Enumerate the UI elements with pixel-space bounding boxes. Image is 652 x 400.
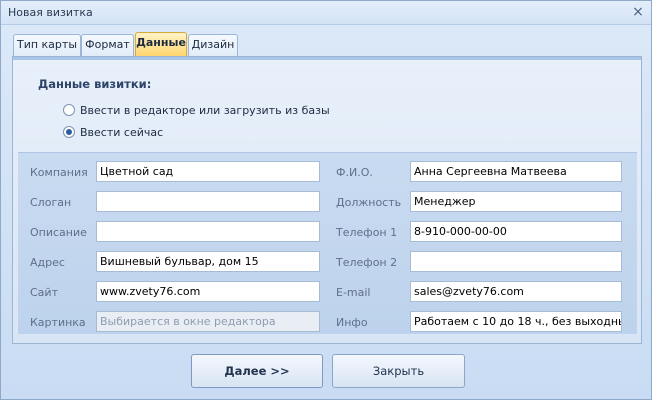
section-title: Данные визитки: <box>38 77 152 91</box>
tab-design[interactable]: Дизайн <box>188 34 238 56</box>
slogan-label: Слоган <box>30 196 72 209</box>
address-input[interactable]: Вишневый бульвар, дом 15 <box>96 251 320 272</box>
fullname-label: Ф.И.О. <box>336 166 373 179</box>
company-label: Компания <box>30 166 88 179</box>
fullname-input[interactable]: Анна Сергеевна Матвеева <box>410 161 622 182</box>
info-input[interactable]: Работаем с 10 до 18 ч., без выходных <box>410 311 622 332</box>
radio-now-label[interactable]: Ввести сейчас <box>80 126 163 139</box>
position-input[interactable]: Менеджер <box>410 191 622 212</box>
tab-card-type[interactable]: Тип карты <box>13 34 81 56</box>
tab-format[interactable]: Формат <box>81 34 134 56</box>
phone1-input[interactable]: 8-910-000-00-00 <box>410 221 622 242</box>
email-input[interactable]: sales@zvety76.com <box>410 281 622 302</box>
radio-checked-icon[interactable] <box>63 126 75 138</box>
email-label: E-mail <box>336 286 371 299</box>
radio-unchecked-icon[interactable] <box>63 104 75 116</box>
phone1-label: Телефон 1 <box>336 226 398 239</box>
address-label: Адрес <box>30 256 65 269</box>
phone2-label: Телефон 2 <box>336 256 398 269</box>
slogan-input[interactable] <box>96 191 320 212</box>
radio-editor-option[interactable]: Ввести в редакторе или загрузить из базы <box>63 102 330 118</box>
info-label: Инфо <box>336 316 368 329</box>
fields-area: Компания Цветной сад Слоган Описание Адр… <box>18 152 637 334</box>
description-input[interactable] <box>96 221 320 242</box>
company-input[interactable]: Цветной сад <box>96 161 320 182</box>
tab-data[interactable]: Данные <box>135 32 187 57</box>
phone2-input[interactable] <box>410 251 622 272</box>
dialog-window: Новая визитка × Тип карты Формат Данные … <box>0 0 652 400</box>
panel-accent-line <box>13 57 641 60</box>
radio-editor-label[interactable]: Ввести в редакторе или загрузить из базы <box>80 104 330 117</box>
window-title: Новая визитка <box>8 6 93 19</box>
picture-label: Картинка <box>30 316 86 329</box>
next-button[interactable]: Далее >> <box>191 354 323 388</box>
description-label: Описание <box>30 226 87 239</box>
title-bar[interactable]: Новая визитка × <box>1 1 651 25</box>
position-label: Должность <box>336 196 402 209</box>
site-input[interactable]: www.zvety76.com <box>96 281 320 302</box>
site-label: Сайт <box>30 286 58 299</box>
data-panel: Данные визитки: Ввести в редакторе или з… <box>12 56 642 344</box>
picture-input: Выбирается в окне редактора <box>96 311 320 332</box>
close-button[interactable]: Закрыть <box>332 354 465 388</box>
close-icon[interactable]: × <box>630 3 646 21</box>
radio-now-option[interactable]: Ввести сейчас <box>63 124 163 140</box>
